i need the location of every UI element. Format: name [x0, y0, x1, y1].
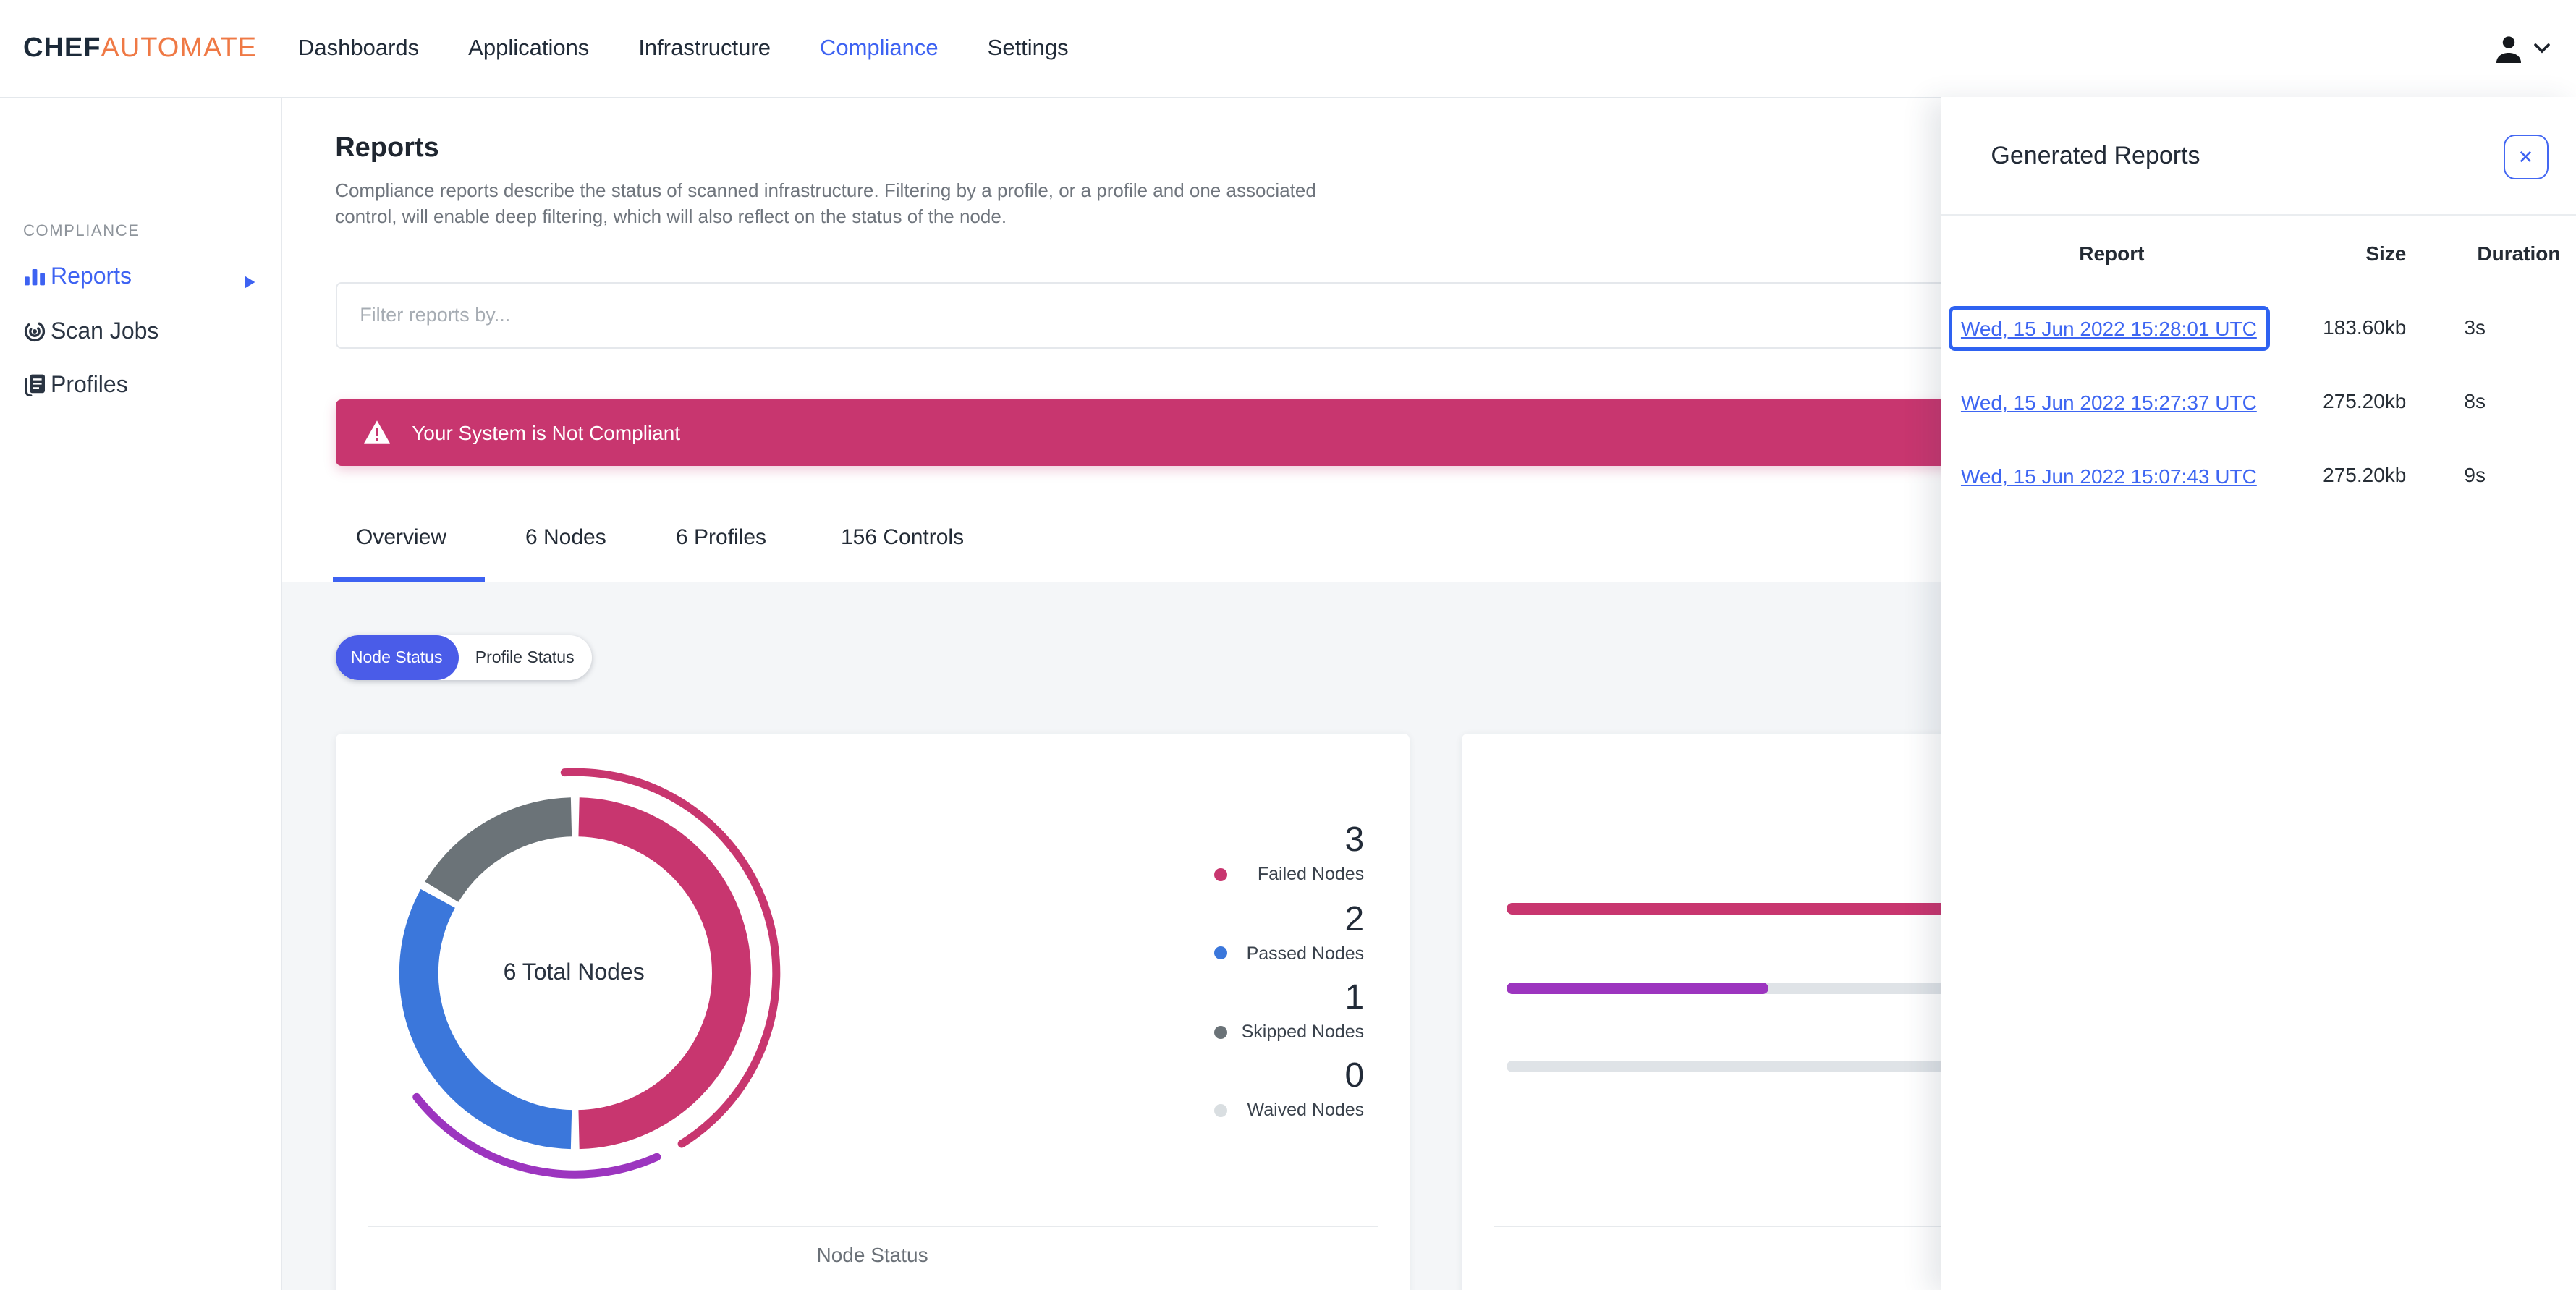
- report-link-wrap: Wed, 15 Jun 2022 15:27:37 UTC: [1952, 383, 2266, 421]
- panel-divider: [1940, 213, 2576, 216]
- logo-chef: CHEF: [23, 33, 101, 63]
- legend-dot: [1213, 946, 1227, 960]
- legend-label: Passed Nodes: [1102, 941, 1364, 964]
- toggle-profile-status[interactable]: Profile Status: [458, 636, 591, 680]
- nav-item-dashboards[interactable]: Dashboards: [298, 35, 419, 61]
- column-header-duration: Duration: [2477, 242, 2561, 265]
- node-status-card: 6 Total Nodes 3 Failed Nodes 2 Passed Nodes…: [335, 734, 1410, 1290]
- close-x-icon[interactable]: ✕: [2503, 135, 2549, 179]
- chevron-down-icon: [2534, 43, 2550, 54]
- nav-item-settings[interactable]: Settings: [988, 35, 1069, 61]
- panel-title: Generated Reports: [1991, 142, 2200, 169]
- legend-value: 3: [1344, 820, 1365, 860]
- severity-bar-fill-1: [1506, 982, 1769, 994]
- column-header-report: Report: [2079, 242, 2145, 265]
- tab-156-controls[interactable]: 156 Controls: [841, 525, 964, 550]
- donut-slice-passed-nodes: [398, 889, 572, 1150]
- banner-text: Your System is Not Compliant: [412, 420, 681, 444]
- report-size: 275.20kb: [2323, 463, 2407, 487]
- sidebar-item-scan-jobs[interactable]: Scan Jobs: [0, 313, 281, 351]
- report-link-wrap: Wed, 15 Jun 2022 15:28:01 UTC: [1952, 310, 2266, 347]
- report-duration: 9s: [2464, 463, 2486, 487]
- column-header-size: Size: [2365, 242, 2407, 265]
- report-link[interactable]: Wed, 15 Jun 2022 15:07:43 UTC: [1961, 464, 2257, 488]
- user-menu[interactable]: [2494, 0, 2550, 97]
- nav-item-infrastructure[interactable]: Infrastructure: [638, 35, 771, 61]
- nav-item-compliance[interactable]: Compliance: [820, 35, 939, 61]
- toggle-node-status[interactable]: Node Status: [335, 635, 459, 680]
- legend-label: Skipped Nodes: [1102, 1020, 1364, 1043]
- report-duration: 8s: [2464, 389, 2486, 413]
- report-size: 275.20kb: [2323, 389, 2407, 413]
- bar-chart-icon: [23, 265, 46, 288]
- card-divider: [367, 1226, 1378, 1228]
- sidebar-item-profiles[interactable]: Profiles: [0, 368, 281, 405]
- legend-dot: [1213, 1025, 1227, 1039]
- documents-icon: [23, 373, 46, 397]
- legend-label: Waived Nodes: [1102, 1099, 1364, 1122]
- report-row: Wed, 15 Jun 2022 15:07:43 UTC 275.20kb 9s: [1940, 456, 2576, 496]
- active-tab-indicator: [333, 577, 485, 582]
- warning-triangle-icon: [363, 420, 390, 445]
- legend-item-waived-nodes: 0 Waived Nodes: [1102, 1058, 1364, 1122]
- page-title: Reports: [335, 133, 439, 164]
- node-status-caption: Node Status: [816, 1243, 928, 1267]
- main-nav: Dashboards Applications Infrastructure Comp…: [298, 0, 1069, 97]
- legend-label: Failed Nodes: [1102, 863, 1364, 886]
- report-link[interactable]: Wed, 15 Jun 2022 15:27:37 UTC: [1961, 391, 2257, 414]
- sidebar-section-label: COMPLIANCE: [23, 223, 140, 240]
- logo-automate: AUTOMATE: [101, 33, 258, 63]
- tab-overview[interactable]: Overview: [356, 525, 446, 550]
- top-nav: CHEF AUTOMATE Dashboards Applications Infra…: [0, 0, 2576, 98]
- person-icon: [2494, 34, 2524, 63]
- report-link-wrap: Wed, 15 Jun 2022 15:07:43 UTC: [1952, 457, 2266, 495]
- generated-reports-panel: Generated Reports ✕ Report Size Duration…: [1940, 97, 2576, 1290]
- page-description: Compliance reports describe the status o…: [335, 179, 1316, 226]
- legend-item-skipped-nodes: 1 Skipped Nodes: [1102, 978, 1365, 1043]
- legend-dot: [1213, 1103, 1227, 1117]
- legend-value: 1: [1344, 978, 1365, 1018]
- report-link[interactable]: Wed, 15 Jun 2022 15:28:01 UTC: [1961, 317, 2257, 340]
- donut-slice-skipped-nodes: [424, 798, 572, 903]
- report-duration: 3s: [2464, 315, 2486, 339]
- legend-item-failed-nodes: 3 Failed Nodes: [1102, 820, 1365, 886]
- sidebar-item-reports[interactable]: Reports: [0, 259, 281, 297]
- legend-value: 0: [1344, 1056, 1365, 1096]
- legend-item-passed-nodes: 2 Passed Nodes: [1102, 899, 1365, 964]
- report-row: Wed, 15 Jun 2022 15:27:37 UTC 275.20kb 8s: [1940, 382, 2576, 423]
- tab-6-nodes[interactable]: 6 Nodes: [525, 525, 606, 550]
- radar-icon: [23, 319, 46, 342]
- compliance-sidebar: COMPLIANCE Reports Scan Jobs Profiles: [0, 97, 282, 1290]
- legend-value: 2: [1344, 899, 1365, 939]
- report-size: 183.60kb: [2323, 315, 2407, 339]
- nav-item-applications[interactable]: Applications: [468, 35, 589, 61]
- legend-dot: [1213, 867, 1227, 881]
- chef-automate-app: CHEF AUTOMATE Dashboards Applications Infra…: [0, 0, 2576, 1290]
- caret-right-icon[interactable]: [243, 271, 256, 297]
- tab-6-profiles[interactable]: 6 Profiles: [676, 525, 766, 550]
- status-toggle: Node Status Profile Status: [335, 635, 592, 680]
- report-row: Wed, 15 Jun 2022 15:28:01 UTC 183.60kb 3s: [1940, 308, 2576, 349]
- chef-automate-logo[interactable]: CHEF AUTOMATE: [23, 0, 257, 97]
- donut-center-label: 6 Total Nodes: [503, 961, 645, 986]
